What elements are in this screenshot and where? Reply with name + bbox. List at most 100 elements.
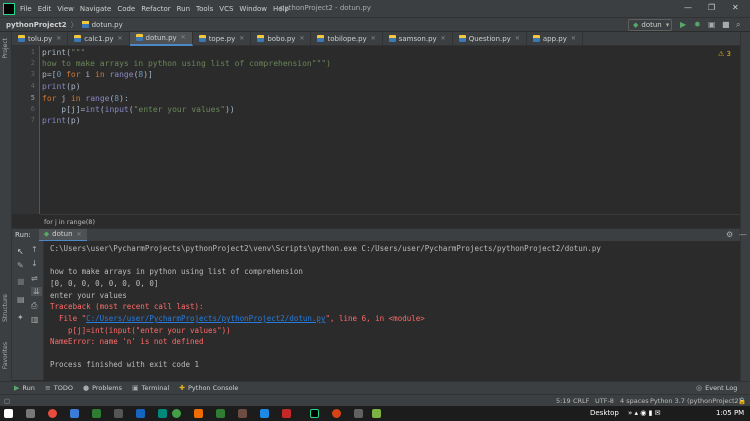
tab-question[interactable]: Question.py ✕ [453,31,527,46]
minimize-button[interactable]: — [684,3,692,12]
tab-tobilope[interactable]: tobilope.py ✕ [311,31,383,46]
editor-breadcrumb[interactable]: for j in range(8) [44,218,95,226]
tool-tab-event-log[interactable]: ◎ Event Log [696,384,737,392]
taskbar-app-icon[interactable] [114,409,123,418]
tab-tolu[interactable]: tolu.py ✕ [12,31,69,46]
warnings-indicator[interactable]: ⚠ 3 [718,50,731,58]
taskbar-app-icon[interactable] [354,409,363,418]
line-number: 3 [30,70,35,78]
taskbar-app-icon[interactable] [332,409,341,418]
caret-position[interactable]: 5:19 [556,397,571,405]
lock-icon[interactable]: 🔒 [738,397,746,405]
close-button[interactable]: ✕ [732,3,739,12]
taskbar-app-icon[interactable] [216,409,225,418]
menu-refactor[interactable]: Refactor [141,5,170,13]
close-tab-icon[interactable]: ✕ [371,35,376,42]
tab-bobo[interactable]: bobo.py ✕ [251,31,312,46]
structure-tool-label[interactable]: Structure [2,294,9,322]
system-tray-icons[interactable]: » ▴ ◉ ▮ ✉ [628,409,661,417]
menu-window[interactable]: Window [239,5,267,13]
tab-app[interactable]: app.py ✕ [527,31,583,46]
tool-tab-python-console[interactable]: ✚ Python Console [179,384,238,392]
taskbar-app-icon[interactable] [26,409,35,418]
taskbar-app-icon[interactable] [172,409,181,418]
clock[interactable]: 1:05 PM [716,409,744,417]
menu-navigate[interactable]: Navigate [80,5,111,13]
close-tab-icon[interactable]: ✕ [515,35,520,42]
windows-start-icon[interactable] [4,409,13,418]
run-tab-dotun[interactable]: ◆ dotun ✕ [38,228,87,242]
tab-tope[interactable]: tope.py ✕ [193,31,252,46]
pin-icon[interactable]: ✦ [17,313,24,322]
menu-file[interactable]: File [20,5,32,13]
close-tab-icon[interactable]: ✕ [181,34,186,41]
indent-setting[interactable]: 4 spaces [620,397,649,405]
search-icon[interactable]: ⌕ [736,20,740,30]
soft-wrap-icon[interactable]: ⇌ [31,274,38,283]
stop-icon[interactable]: ■ [722,20,730,29]
run-console[interactable]: C:\Users\user\PycharmProjects\pythonProj… [44,241,740,380]
code-token: )] [143,70,153,79]
close-tab-icon[interactable]: ✕ [571,35,576,42]
console-file-line: File "C:/Users/user/PycharmProjects/pyth… [50,313,425,324]
project-tool-label[interactable]: Project [2,38,9,59]
taskbar-app-icon[interactable] [372,409,381,418]
close-tab-icon[interactable]: ✕ [117,35,122,42]
close-tab-icon[interactable]: ✕ [299,35,304,42]
close-tab-icon[interactable]: ✕ [77,231,82,238]
taskbar-app-icon[interactable] [136,409,145,418]
menu-edit[interactable]: Edit [38,5,52,13]
wrench-icon[interactable]: ✎ [17,261,24,270]
layout-icon[interactable]: ▤ [17,295,25,304]
menu-run[interactable]: Run [177,5,190,13]
tab-calc1[interactable]: calc1.py ✕ [68,31,130,46]
trash-icon[interactable]: ▥ [31,315,39,324]
taskbar-app-icon[interactable] [70,409,79,418]
tool-tab-terminal[interactable]: ▣ Terminal [132,384,169,392]
print-icon[interactable]: ⎙ [31,301,37,311]
breadcrumb-project[interactable]: pythonProject2 [6,21,67,29]
run-config-dropdown[interactable]: ◆ dotun ▾ [628,19,672,31]
desktop-toolbar-label[interactable]: Desktop [590,409,619,417]
console-file-link[interactable]: C:/Users/user/PycharmProjects/pythonProj… [86,314,325,323]
menu-view[interactable]: View [57,5,74,13]
scroll-to-end-icon[interactable]: ⇊ [31,287,42,296]
pycharm-taskbar-icon[interactable] [310,409,319,418]
line-separator[interactable]: CRLF [573,397,589,405]
tool-tab-problems[interactable]: ● Problems [83,384,122,392]
arrow-up-icon[interactable]: ↑ [31,245,38,254]
taskbar-app-icon[interactable] [282,409,291,418]
cursor-icon: ↖ [17,247,24,256]
menu-vcs[interactable]: VCS [219,5,233,13]
code-editor[interactable]: print(""" how to make arrays in python u… [40,46,740,214]
breadcrumb-file[interactable]: dotun.py [92,21,123,29]
run-icon[interactable]: ▶ [680,20,686,29]
favorites-tool-label[interactable]: Favorites [2,342,9,369]
tool-tab-run[interactable]: ▶ Run [14,384,35,392]
tab-label: app.py [542,34,567,43]
file-encoding[interactable]: UTF-8 [595,397,614,405]
coverage-icon[interactable]: ▣ [708,20,716,29]
taskbar-app-icon[interactable] [260,409,269,418]
gear-icon[interactable]: ⚙ [726,230,733,239]
menu-tools[interactable]: Tools [196,5,213,13]
debug-icon[interactable]: ✹ [694,20,701,29]
tab-dotun[interactable]: dotun.py ✕ [129,31,193,46]
maximize-button[interactable]: ❐ [708,3,715,12]
menu-code[interactable]: Code [117,5,135,13]
taskbar-app-icon[interactable] [92,409,101,418]
taskbar-app-icon[interactable] [238,409,247,418]
taskbar-app-icon[interactable] [158,409,167,418]
close-tab-icon[interactable]: ✕ [56,35,61,42]
python-interpreter[interactable]: Python 3.7 (pythonProject2) [650,397,741,405]
close-tab-icon[interactable]: ✕ [239,35,244,42]
chrome-icon[interactable] [48,409,57,418]
close-tab-icon[interactable]: ✕ [441,35,446,42]
tab-samson[interactable]: samson.py ✕ [383,31,453,46]
stop-icon[interactable]: ■ [17,277,25,286]
status-toggle-icon[interactable]: ▢ [4,397,10,405]
arrow-down-icon[interactable]: ↓ [31,259,38,268]
taskbar-app-icon[interactable] [194,409,203,418]
hide-icon[interactable]: — [739,230,747,239]
tool-tab-todo[interactable]: ≡ TODO [45,384,73,392]
